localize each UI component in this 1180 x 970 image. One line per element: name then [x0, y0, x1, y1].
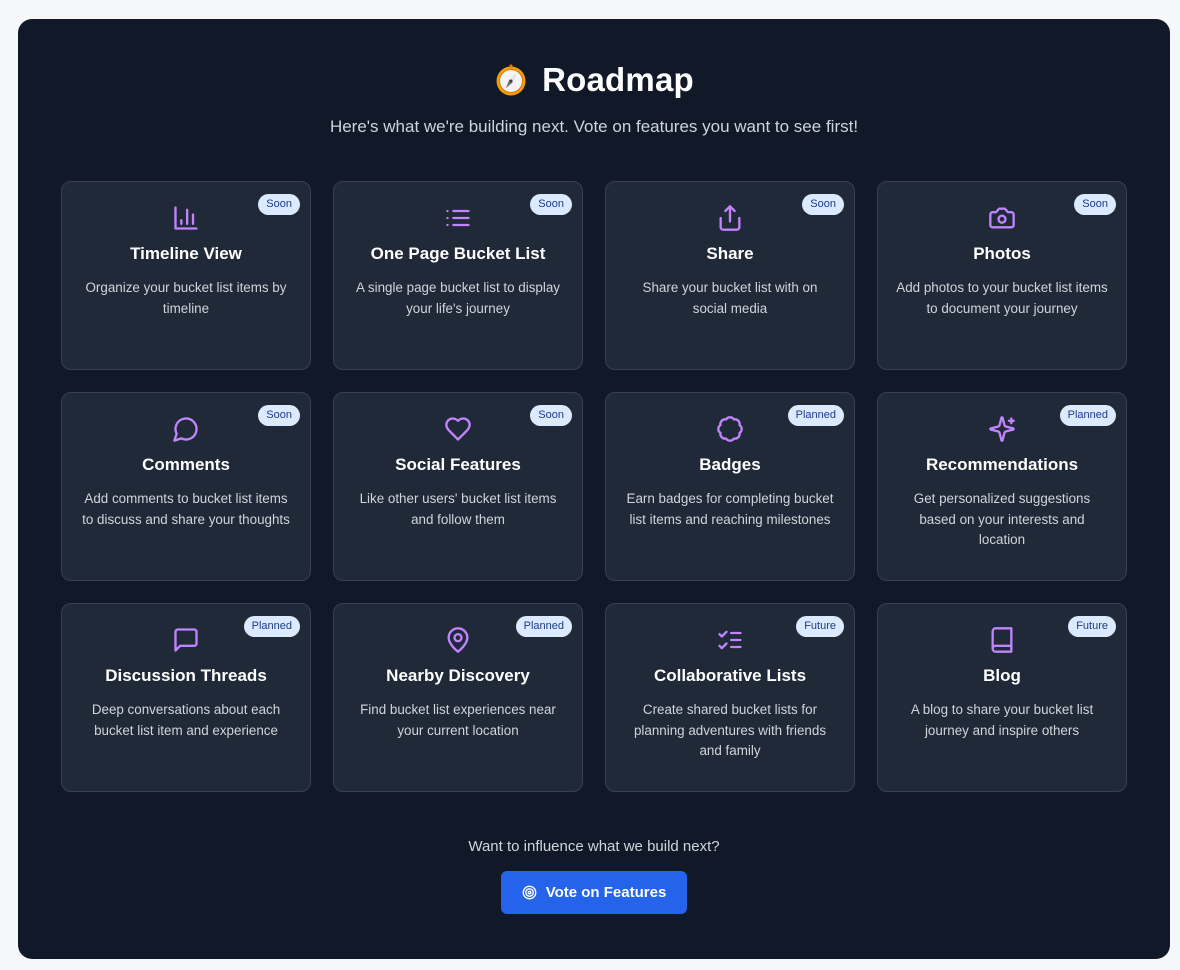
roadmap-header: Roadmap Here's what we're building next.… [18, 59, 1170, 137]
feature-description: A single page bucket list to display you… [356, 280, 560, 316]
status-badge: Planned [787, 405, 844, 426]
status-badge: Future [1068, 616, 1116, 637]
status-badge: Soon [258, 194, 300, 215]
book-icon [988, 626, 1016, 654]
feature-card-photos: Soon Photos Add photos to your bucket li… [877, 181, 1127, 370]
feature-card-one-page-bucket-list: Soon One Page Bucket List A single page … [333, 181, 583, 370]
feature-description: Like other users' bucket list items and … [359, 491, 557, 527]
map-pin-icon [444, 626, 472, 654]
feature-title: Photos [973, 244, 1031, 263]
badge-icon [716, 415, 744, 443]
vote-on-features-button[interactable]: Vote on Features [500, 871, 688, 914]
page-title: Roadmap [542, 61, 694, 98]
feature-title: Share [706, 244, 754, 263]
feature-title: Badges [699, 455, 761, 474]
message-circle-icon [172, 415, 200, 443]
feature-description: Organize your bucket list items by timel… [85, 280, 287, 316]
feature-description: Get personalized suggestions based on yo… [913, 491, 1091, 547]
feature-title: One Page Bucket List [370, 244, 546, 263]
status-badge: Soon [802, 194, 844, 215]
feature-grid: Soon Timeline View Organize your bucket … [61, 181, 1127, 792]
feature-title: Blog [983, 666, 1021, 685]
feature-title: Comments [142, 455, 230, 474]
feature-title: Social Features [395, 455, 521, 474]
feature-card-social-features: Soon Social Features Like other users' b… [333, 392, 583, 581]
status-badge: Soon [530, 405, 572, 426]
feature-card-collaborative-lists: Future Collaborative Lists Create shared… [605, 603, 855, 792]
status-badge: Future [796, 616, 844, 637]
feature-card-share: Soon Share Share your bucket list with o… [605, 181, 855, 370]
feature-description: Earn badges for completing bucket list i… [626, 491, 834, 527]
list-icon [444, 204, 472, 232]
cta-prompt: Want to influence what we build next? [468, 838, 720, 855]
feature-title: Discussion Threads [105, 666, 267, 685]
roadmap-footer: Want to influence what we build next? Vo… [18, 838, 1170, 914]
chart-icon [172, 204, 200, 232]
feature-description: Add photos to your bucket list items to … [896, 280, 1108, 316]
feature-title: Collaborative Lists [653, 666, 807, 685]
status-badge: Planned [243, 616, 300, 637]
feature-description: Share your bucket list with on social me… [642, 280, 818, 316]
page-subtitle: Here's what we're building next. Vote on… [329, 117, 859, 136]
message-square-icon [172, 626, 200, 654]
feature-card-nearby-discovery: Planned Nearby Discovery Find bucket lis… [333, 603, 583, 792]
status-badge: Soon [530, 194, 572, 215]
feature-description: Deep conversations about each bucket lis… [91, 702, 281, 738]
feature-card-comments: Soon Comments Add comments to bucket lis… [61, 392, 311, 581]
status-badge: Planned [1059, 405, 1116, 426]
sparkles-icon [988, 415, 1016, 443]
target-icon [522, 885, 537, 900]
compass-icon [494, 63, 528, 97]
vote-button-label: Vote on Features [545, 884, 667, 901]
title-row: Roadmap [18, 59, 1170, 101]
feature-title: Timeline View [130, 244, 242, 263]
feature-description: A blog to share your bucket list journey… [910, 702, 1094, 738]
feature-card-discussion-threads: Planned Discussion Threads Deep conversa… [61, 603, 311, 792]
status-badge: Planned [515, 616, 572, 637]
feature-card-badges: Planned Badges Earn badges for completin… [605, 392, 855, 581]
status-badge: Soon [258, 405, 300, 426]
roadmap-panel: Roadmap Here's what we're building next.… [18, 19, 1170, 959]
feature-card-blog: Future Blog A blog to share your bucket … [877, 603, 1127, 792]
list-checks-icon [716, 626, 744, 654]
feature-card-timeline-view: Soon Timeline View Organize your bucket … [61, 181, 311, 370]
status-badge: Soon [1074, 194, 1116, 215]
feature-description: Create shared bucket lists for planning … [633, 702, 827, 758]
feature-description: Add comments to bucket list items to dis… [82, 491, 290, 527]
feature-title: Recommendations [925, 455, 1079, 474]
camera-icon [988, 204, 1016, 232]
feature-card-recommendations: Planned Recommendations Get personalized… [877, 392, 1127, 581]
share-icon [716, 204, 744, 232]
feature-title: Nearby Discovery [386, 666, 530, 685]
feature-description: Find bucket list experiences near your c… [360, 702, 556, 738]
heart-icon [444, 415, 472, 443]
